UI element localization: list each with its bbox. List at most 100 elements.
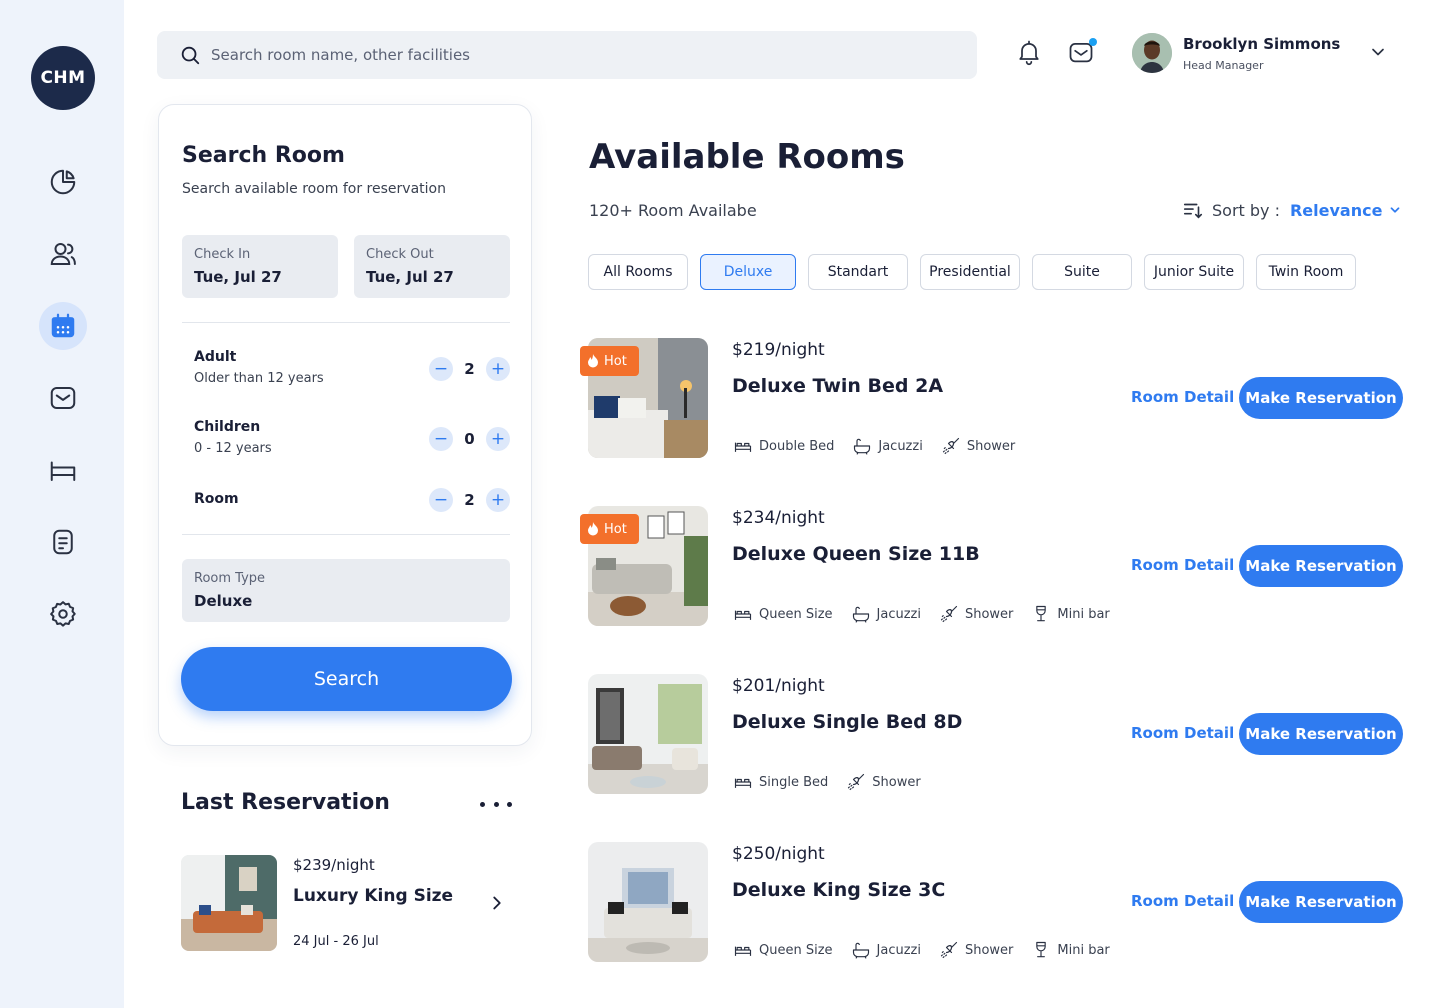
make-reservation-button[interactable]: Make Reservation: [1239, 881, 1403, 923]
chevron-down-icon: [1391, 207, 1400, 213]
children-decrement-button[interactable]: −: [429, 427, 453, 451]
check-out-label: Check Out: [366, 247, 434, 262]
chart-pie-icon: [50, 169, 76, 195]
rooms-count: 120+ Room Availabe: [589, 201, 757, 220]
fire-icon: [588, 522, 598, 536]
children-increment-button[interactable]: +: [486, 427, 510, 451]
children-counter-row: Children 0 - 12 years − 0 +: [194, 419, 510, 456]
sort-control: Sort by : Relevance: [1182, 199, 1402, 221]
facility-item: Jacuzzi: [851, 940, 921, 960]
notifications-button[interactable]: [1015, 38, 1043, 66]
facility-label: Jacuzzi: [878, 438, 923, 454]
tab-suite[interactable]: Suite: [1032, 254, 1132, 290]
adult-increment-button[interactable]: +: [486, 357, 510, 381]
make-reservation-button[interactable]: Make Reservation: [1239, 545, 1403, 587]
adult-decrement-button[interactable]: −: [429, 357, 453, 381]
room-card: $250/night Deluxe King Size 3C Queen Siz…: [588, 842, 1408, 962]
room-price: $234/night: [732, 508, 825, 528]
tab-junior-suite[interactable]: Junior Suite: [1144, 254, 1244, 290]
sort-value: Relevance: [1289, 200, 1383, 220]
nav-reservations[interactable]: [39, 302, 87, 350]
room-stepper: − 2 +: [429, 488, 510, 512]
tab-all-rooms[interactable]: All Rooms: [588, 254, 688, 290]
wine-glass-icon: [1036, 941, 1047, 958]
last-reservation-title: Last Reservation: [181, 790, 390, 815]
more-dot-icon: [507, 801, 512, 807]
facility-list: Double Bed Jacuzzi Shower: [733, 436, 1033, 456]
room-name: Deluxe King Size 3C: [732, 879, 946, 901]
make-reservation-button[interactable]: Make Reservation: [1239, 713, 1403, 755]
room-price: $219/night: [732, 340, 825, 360]
room-image: [588, 842, 708, 962]
check-out-field[interactable]: Check Out Tue, Jul 27: [354, 235, 510, 298]
check-out-value: Tue, Jul 27: [366, 268, 454, 286]
room-type-field[interactable]: Room Type Deluxe: [182, 559, 510, 622]
mail-icon: [50, 387, 76, 409]
nav-reports[interactable]: [39, 518, 87, 566]
last-reservation-open-button[interactable]: [486, 892, 508, 914]
facility-list: Single Bed Shower: [733, 772, 939, 792]
tab-presidential[interactable]: Presidential: [920, 254, 1020, 290]
last-reservation-dates: 24 Jul - 26 Jul: [293, 934, 379, 949]
search-input[interactable]: [211, 46, 911, 64]
check-in-label: Check In: [194, 247, 251, 262]
check-in-field[interactable]: Check In Tue, Jul 27: [182, 235, 338, 298]
adult-stepper: − 2 +: [429, 357, 510, 381]
last-reservation-name: Luxury King Size: [293, 886, 454, 906]
sort-dropdown[interactable]: Relevance: [1290, 201, 1402, 220]
bell-icon: [1019, 40, 1039, 66]
room-value: 2: [464, 491, 475, 509]
make-reservation-button[interactable]: Make Reservation: [1239, 377, 1403, 419]
shower-icon: [848, 773, 865, 791]
fire-icon: [588, 354, 598, 368]
bed-icon: [50, 461, 76, 481]
bathtub-icon: [852, 942, 869, 959]
nav-dashboard[interactable]: [39, 158, 87, 206]
facility-label: Mini bar: [1057, 606, 1110, 622]
hot-label: Hot: [604, 521, 627, 537]
facility-item: Double Bed: [733, 436, 834, 456]
facility-item: Shower: [939, 940, 1013, 960]
room-increment-button[interactable]: +: [486, 488, 510, 512]
last-reservation-image: [181, 855, 277, 951]
bed-icon: [734, 610, 752, 620]
tab-deluxe[interactable]: Deluxe: [700, 254, 796, 290]
facility-label: Shower: [872, 774, 921, 790]
search-room-card: Search Room Search available room for re…: [158, 104, 532, 746]
room-type-label: Room Type: [194, 571, 266, 586]
room-detail-link[interactable]: Room Detail: [1131, 556, 1234, 574]
more-dot-icon: [493, 801, 499, 807]
bathtub-icon: [854, 438, 871, 455]
facility-label: Single Bed: [759, 774, 829, 790]
avatar[interactable]: [1132, 33, 1172, 73]
facility-item: Single Bed: [733, 772, 828, 792]
nav-messages[interactable]: [39, 374, 87, 422]
room-detail-link[interactable]: Room Detail: [1131, 388, 1234, 406]
children-value: 0: [464, 430, 475, 448]
room-price: $201/night: [732, 676, 825, 696]
sort-icon: [1183, 203, 1203, 219]
room-decrement-button[interactable]: −: [429, 488, 453, 512]
global-search[interactable]: [157, 31, 977, 79]
nav-settings[interactable]: [39, 590, 87, 638]
more-options-button[interactable]: [480, 792, 512, 816]
nav-guests[interactable]: [39, 230, 87, 278]
bed-icon: [734, 442, 752, 452]
search-button[interactable]: Search: [181, 647, 512, 711]
room-detail-link[interactable]: Room Detail: [1131, 724, 1234, 742]
nav-rooms[interactable]: [39, 446, 87, 494]
facility-item: Mini bar: [1031, 604, 1110, 624]
tab-standart[interactable]: Standart: [808, 254, 908, 290]
available-rooms-title: Available Rooms: [589, 137, 905, 177]
tab-twin-room[interactable]: Twin Room: [1256, 254, 1356, 290]
facility-item: Jacuzzi: [852, 436, 923, 456]
sidebar: CHM: [0, 0, 124, 1008]
user-menu-toggle[interactable]: [1368, 42, 1388, 62]
room-price: $250/night: [732, 844, 825, 864]
chevron-right-icon: [493, 896, 501, 910]
facility-item: Shower: [846, 772, 921, 792]
messages-button[interactable]: [1067, 38, 1097, 66]
room-type-value: Deluxe: [194, 592, 253, 610]
room-detail-link[interactable]: Room Detail: [1131, 892, 1234, 910]
wine-glass-icon: [1036, 605, 1047, 622]
